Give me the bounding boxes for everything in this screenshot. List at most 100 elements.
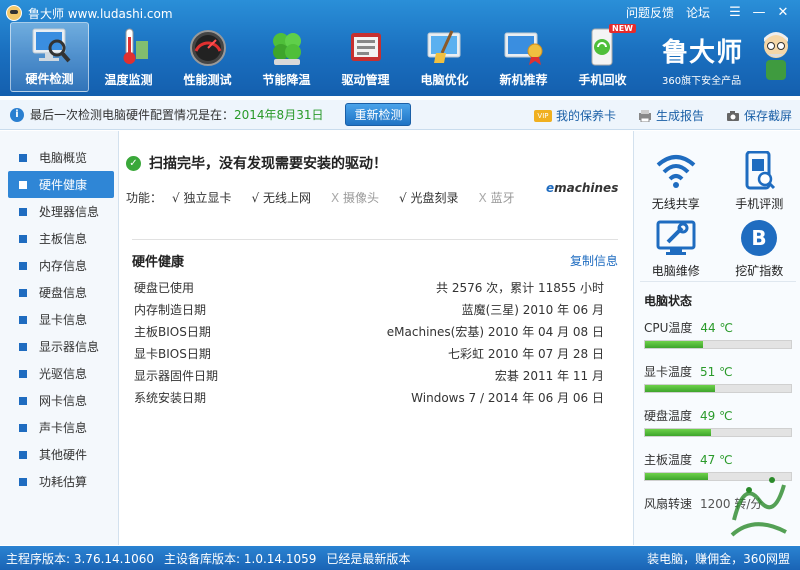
tab-energy-saving[interactable]: 节能降温	[247, 22, 326, 92]
close-button[interactable]: ✕	[772, 3, 794, 21]
table-row: 显卡BIOS日期 七彩虹 2010 年 07 月 28 日	[134, 342, 604, 364]
bullet-icon	[19, 423, 27, 432]
sidebar-item-sound[interactable]: 声卡信息	[0, 414, 118, 441]
row-value: 蓝魔(三星) 2010 年 06 月	[461, 302, 604, 317]
tab-hardware-check[interactable]: 硬件检测	[10, 22, 89, 92]
last-check-bar: i 最后一次检测电脑硬件配置情况是在： 2014年8月31日 重新检测 VIP …	[0, 100, 800, 130]
db-version: 主设备库版本: 1.0.14.1059	[164, 551, 317, 566]
table-row: 主板BIOS日期 eMachines(宏基) 2010 年 04 月 08 日	[134, 320, 604, 342]
tool-label: 电脑维修	[651, 264, 700, 278]
sidebar-item-disk[interactable]: 硬盘信息	[0, 279, 118, 306]
gpu-temp: 显卡温度 51 ℃	[644, 363, 792, 393]
bullet-icon	[19, 261, 27, 270]
info-actions: VIP 我的保养卡 生成报告 保存截屏	[512, 107, 792, 124]
tab-label: 电脑优化	[420, 73, 469, 87]
affiliate-link[interactable]: 装电脑，赚佣金，360网盟	[647, 550, 790, 567]
tool-label: 无线共享	[651, 197, 700, 211]
table-row: 系统安装日期 Windows 7 / 2014 年 06 月 06 日	[134, 386, 604, 408]
bullet-icon	[19, 315, 27, 324]
row-label: 系统安装日期	[134, 390, 207, 405]
sidebar-item-cpu[interactable]: 处理器信息	[0, 198, 118, 225]
sidebar-item-memory[interactable]: 内存信息	[0, 252, 118, 279]
tab-phone-recycle[interactable]: NEW 手机回收	[563, 22, 642, 92]
broom-screen-icon	[422, 27, 468, 67]
sidebar-item-label: 电脑概览	[39, 151, 88, 165]
tab-label: 温度监测	[104, 73, 153, 87]
bullet-icon	[19, 369, 27, 378]
temp-label-row: 硬盘温度 49 ℃	[644, 407, 792, 424]
temp-bar-fill	[645, 385, 716, 392]
temp-label-row: CPU温度 44 ℃	[644, 319, 792, 336]
forum-link[interactable]: 论坛	[686, 4, 710, 21]
camera-icon	[726, 110, 740, 122]
award-screen-icon	[501, 27, 547, 67]
bitcoin-icon: B	[737, 218, 781, 258]
thermometer-icon	[106, 27, 152, 67]
brand-name: 鲁大师	[662, 38, 744, 68]
main-version: 主程序版本: 3.76.14.1060	[6, 551, 155, 566]
sidebar-item-label: 硬盘信息	[39, 286, 88, 300]
main-toolbar: 硬件检测 温度监测 性能测试 节能降温 驱动管理 电脑优化 新机推荐 NEW 手…	[10, 22, 642, 94]
sidebar-item-network[interactable]: 网卡信息	[0, 387, 118, 414]
feature-bluetooth: 蓝牙	[479, 189, 515, 206]
phone-test-tool[interactable]: 手机评测	[718, 151, 800, 212]
tab-label: 驱动管理	[341, 73, 390, 87]
bullet-icon	[19, 477, 27, 486]
feedback-link[interactable]: 问题反馈	[626, 4, 674, 21]
sidebar-item-hardware-health[interactable]: 硬件健康	[8, 171, 114, 198]
brand-logo: 鲁大师 360旗下安全产品	[662, 30, 794, 92]
tab-performance-test[interactable]: 性能测试	[168, 22, 247, 92]
temp-label: 硬盘温度	[644, 409, 693, 423]
recheck-button[interactable]: 重新检测	[345, 103, 412, 126]
sidebar-item-power[interactable]: 功耗估算	[0, 468, 118, 495]
clover-icon	[264, 27, 310, 67]
minimize-button[interactable]: —	[748, 3, 770, 21]
temp-bar-fill	[645, 341, 704, 348]
title-header: 鲁大师 www.ludashi.com 问题反馈 论坛 ☰ — ✕ 硬件检测 温…	[0, 0, 800, 96]
divider	[640, 281, 796, 282]
tab-pc-optimize[interactable]: 电脑优化	[405, 22, 484, 92]
save-screenshot-link[interactable]: 保存截屏	[726, 107, 792, 124]
tab-new-recommend[interactable]: 新机推荐	[484, 22, 563, 92]
sidebar-item-optical[interactable]: 光驱信息	[0, 360, 118, 387]
wrench-monitor-icon	[654, 218, 698, 258]
temp-label: CPU温度	[644, 321, 693, 335]
sidebar-item-other[interactable]: 其他硬件	[0, 441, 118, 468]
generate-report-link[interactable]: 生成报告	[638, 107, 704, 124]
save-screenshot-label: 保存截屏	[743, 109, 792, 123]
emachines-logo-text: machines	[554, 181, 619, 195]
sidebar-item-overview[interactable]: 电脑概览	[0, 144, 118, 171]
bullet-icon	[19, 153, 27, 162]
brand-tagline: 360旗下安全产品	[662, 76, 742, 87]
row-value: 共 2576 次，累计 11855 小时	[436, 280, 604, 295]
sidebar-item-display[interactable]: 显示器信息	[0, 333, 118, 360]
tab-driver-management[interactable]: 驱动管理	[326, 22, 405, 92]
temp-label: 主板温度	[644, 453, 693, 467]
copy-info-link[interactable]: 复制信息	[570, 252, 618, 269]
wifi-share-tool[interactable]: 无线共享	[634, 151, 718, 212]
right-panel: 无线共享 手机评测 电脑维修 B 挖矿指数 电脑状态 CPU温度 44 ℃ 显卡温…	[633, 131, 800, 545]
report-icon	[638, 109, 652, 122]
pc-repair-tool[interactable]: 电脑维修	[634, 218, 718, 279]
warranty-card-link[interactable]: VIP 我的保养卡	[533, 107, 616, 124]
mining-index-tool[interactable]: B 挖矿指数	[718, 218, 800, 279]
tab-temperature-monitor[interactable]: 温度监测	[89, 22, 168, 92]
update-status: 已经是最新版本	[326, 551, 411, 566]
temp-bar	[644, 340, 792, 349]
fan-label: 风扇转速	[644, 497, 693, 511]
menu-button[interactable]: ☰	[724, 3, 746, 21]
status-bar: 主程序版本: 3.76.14.1060 主设备库版本: 1.0.14.1059 …	[0, 546, 800, 570]
tab-label: 性能测试	[183, 73, 232, 87]
tool-label: 挖矿指数	[735, 264, 784, 278]
ludashi-logo-icon	[6, 5, 22, 21]
fan-value: 1200 转/分	[700, 497, 763, 511]
sidebar-item-gpu[interactable]: 显卡信息	[0, 306, 118, 333]
feature-disc-burn: 光盘刻录	[399, 189, 459, 206]
temp-label: 显卡温度	[644, 365, 693, 379]
sidebar-item-motherboard[interactable]: 主板信息	[0, 225, 118, 252]
tab-label: 硬件检测	[25, 72, 74, 86]
temp-label-row: 主板温度 47 ℃	[644, 451, 792, 468]
driver-box-icon	[343, 27, 389, 67]
tool-label: 手机评测	[735, 197, 784, 211]
monitor-magnifier-icon	[27, 26, 73, 66]
